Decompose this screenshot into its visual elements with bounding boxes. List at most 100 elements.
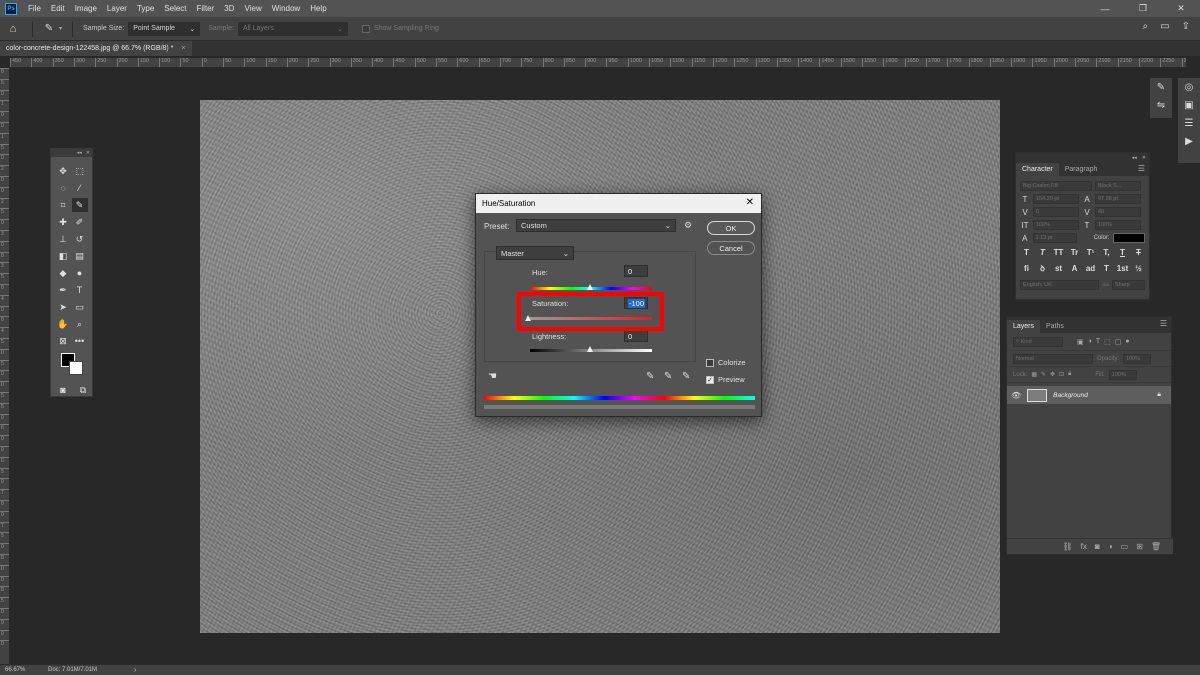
lock-image-icon[interactable]: ✎ bbox=[1041, 371, 1046, 378]
adjustment-layer-icon[interactable]: ◑ bbox=[1108, 542, 1113, 551]
path-selection-tool-icon[interactable]: ➤ bbox=[55, 300, 71, 314]
layer-row-background[interactable]: 👁︎ Background 🔒︎ bbox=[1007, 386, 1171, 404]
panel-menu-icon[interactable]: ☰ bbox=[1160, 319, 1167, 328]
baseline-shift-field[interactable]: 1.13 pt bbox=[1032, 233, 1077, 243]
adjustments-icon[interactable]: ⇋ bbox=[1150, 96, 1172, 114]
pen-tool-icon[interactable]: ✒ bbox=[55, 283, 71, 297]
tab-paths[interactable]: Paths bbox=[1040, 320, 1070, 333]
anti-alias-select[interactable]: Sharp bbox=[1112, 280, 1145, 290]
faux-bold-button[interactable]: T bbox=[1020, 246, 1033, 259]
quick-select-tool-icon[interactable]: ⁄ bbox=[72, 181, 88, 195]
dodge-tool-icon[interactable]: ● bbox=[72, 266, 88, 280]
close-icon[interactable]: ✕ bbox=[1142, 155, 1146, 161]
menu-help[interactable]: Help bbox=[305, 4, 331, 13]
vertical-scale-field[interactable]: 100% bbox=[1033, 220, 1079, 230]
document-tab[interactable]: color-concrete-design-122458.jpg @ 66.7%… bbox=[0, 41, 192, 56]
strikethrough-button[interactable]: T bbox=[1132, 246, 1145, 259]
fill-field[interactable]: 100% bbox=[1108, 369, 1137, 380]
channel-select[interactable]: Master ⌄ bbox=[496, 246, 574, 260]
leading-field[interactable]: 97.38 pt bbox=[1095, 194, 1141, 204]
preview-row[interactable]: ✓ Preview bbox=[706, 375, 745, 384]
hand-tool-icon[interactable]: ✋ bbox=[55, 317, 71, 331]
menu-select[interactable]: Select bbox=[159, 4, 191, 13]
color-swatches[interactable] bbox=[59, 351, 87, 379]
delete-layer-icon[interactable]: 🗑︎ bbox=[1151, 542, 1161, 551]
share-icon[interactable]: ⇪ bbox=[1182, 21, 1190, 32]
menu-view[interactable]: View bbox=[240, 4, 267, 13]
rectangle-tool-icon[interactable]: ▭ bbox=[72, 300, 88, 314]
filter-pixel-icon[interactable]: ▣ bbox=[1077, 338, 1084, 346]
ok-button[interactable]: OK bbox=[707, 221, 755, 235]
workspace-icon[interactable]: ▭ bbox=[1160, 21, 1169, 32]
horizontal-scale-field[interactable]: 100% bbox=[1095, 220, 1141, 230]
menu-layer[interactable]: Layer bbox=[102, 4, 132, 13]
screen-mode-icon[interactable]: ⧉ bbox=[75, 383, 91, 397]
blur-tool-icon[interactable]: ◆ bbox=[55, 266, 71, 280]
crop-tool-icon[interactable]: ⌗ bbox=[55, 198, 71, 212]
preset-select[interactable]: Custom ⌄ bbox=[516, 219, 676, 232]
search-icon[interactable]: ⌕ bbox=[1143, 21, 1149, 32]
zoom-level[interactable]: 66.67% bbox=[0, 667, 48, 673]
marquee-tool-icon[interactable]: ⬚ bbox=[72, 164, 88, 178]
lock-transparent-icon[interactable]: ▦ bbox=[1031, 371, 1037, 378]
superscript-button[interactable]: T¹ bbox=[1084, 246, 1097, 259]
gradient-tool-icon[interactable]: ▤ bbox=[72, 249, 88, 263]
colorize-checkbox[interactable] bbox=[706, 358, 714, 367]
underline-button[interactable]: T bbox=[1116, 246, 1129, 259]
panel-menu-icon[interactable]: ☰ bbox=[1138, 164, 1145, 173]
menu-filter[interactable]: Filter bbox=[192, 4, 220, 13]
lightness-input[interactable]: 0 bbox=[624, 330, 648, 342]
sample-size-select[interactable]: Point Sample ⌄ bbox=[128, 21, 201, 36]
font-style-select[interactable]: Black S... bbox=[1095, 181, 1141, 191]
hue-input[interactable]: 0 bbox=[624, 265, 648, 277]
all-caps-button[interactable]: TT bbox=[1052, 246, 1065, 259]
tools-panel-header[interactable]: ◂◂ ✕ bbox=[51, 149, 92, 157]
eyedropper-tool-icon[interactable]: ✎ bbox=[71, 198, 88, 212]
sample-select[interactable]: All Layers ⌄ bbox=[237, 21, 348, 36]
small-caps-button[interactable]: Tr bbox=[1068, 246, 1081, 259]
tracking-field[interactable]: 40 bbox=[1095, 207, 1141, 217]
cancel-button[interactable]: Cancel bbox=[707, 241, 755, 255]
frame-tool-icon[interactable]: ⊠ bbox=[55, 334, 71, 348]
ordinals-button[interactable]: 1st bbox=[1116, 262, 1129, 275]
close-tab-icon[interactable]: × bbox=[181, 45, 185, 52]
lock-artboard-icon[interactable]: ⊡ bbox=[1059, 371, 1064, 378]
titling-button[interactable]: T bbox=[1100, 262, 1113, 275]
sampling-ring-checkbox[interactable] bbox=[361, 24, 370, 33]
subscript-button[interactable]: T, bbox=[1100, 246, 1113, 259]
fractions-button[interactable]: ½ bbox=[1132, 262, 1145, 275]
menu-window[interactable]: Window bbox=[267, 4, 305, 13]
blend-mode-select[interactable]: Normal bbox=[1013, 353, 1093, 364]
filter-shape-icon[interactable]: ⬚ bbox=[1104, 338, 1111, 346]
targeted-adjustment-hand-icon[interactable]: ☚ bbox=[488, 371, 497, 382]
menu-image[interactable]: Image bbox=[70, 4, 102, 13]
swash-button[interactable]: A bbox=[1068, 262, 1081, 275]
history-brush-tool-icon[interactable]: ↺ bbox=[72, 232, 88, 246]
eraser-tool-icon[interactable]: ◧ bbox=[55, 249, 71, 263]
layer-style-icon[interactable]: fx bbox=[1081, 542, 1087, 551]
home-icon[interactable]: ⌂ bbox=[0, 23, 26, 35]
collapse-icon[interactable]: ◂◂ bbox=[77, 150, 82, 156]
filter-smart-object-icon[interactable]: ▢ bbox=[1115, 338, 1122, 346]
minimize-icon[interactable]: — bbox=[1086, 0, 1124, 17]
visibility-eye-icon[interactable]: 👁︎ bbox=[1011, 391, 1021, 400]
eyedropper-icon[interactable]: ✎ bbox=[646, 371, 654, 382]
move-tool-icon[interactable]: ✥ bbox=[55, 164, 71, 178]
faux-italic-button[interactable]: T bbox=[1036, 246, 1049, 259]
restore-icon[interactable]: ❐ bbox=[1124, 0, 1162, 17]
opacity-field[interactable]: 100% bbox=[1123, 353, 1152, 364]
chevron-down-icon[interactable]: ▾ bbox=[59, 25, 62, 32]
link-layers-icon[interactable]: ⛓ bbox=[1063, 542, 1073, 551]
properties-icon[interactable]: ☰ bbox=[1178, 114, 1200, 132]
gear-icon[interactable]: ⚙ bbox=[684, 220, 692, 231]
close-icon[interactable]: ✕ bbox=[86, 150, 90, 156]
filter-type-icon[interactable]: T bbox=[1096, 338, 1100, 345]
stylistic-alternates-button[interactable]: ad bbox=[1084, 262, 1097, 275]
preview-checkbox[interactable]: ✓ bbox=[706, 375, 714, 384]
healing-brush-tool-icon[interactable]: ✚ bbox=[55, 215, 71, 229]
ligatures-button[interactable]: fi bbox=[1020, 262, 1033, 275]
libraries-icon[interactable]: ▣ bbox=[1178, 96, 1200, 114]
background-color-swatch[interactable] bbox=[69, 361, 83, 375]
lock-position-icon[interactable]: ✥ bbox=[1050, 371, 1055, 378]
text-color-swatch[interactable] bbox=[1112, 233, 1146, 243]
